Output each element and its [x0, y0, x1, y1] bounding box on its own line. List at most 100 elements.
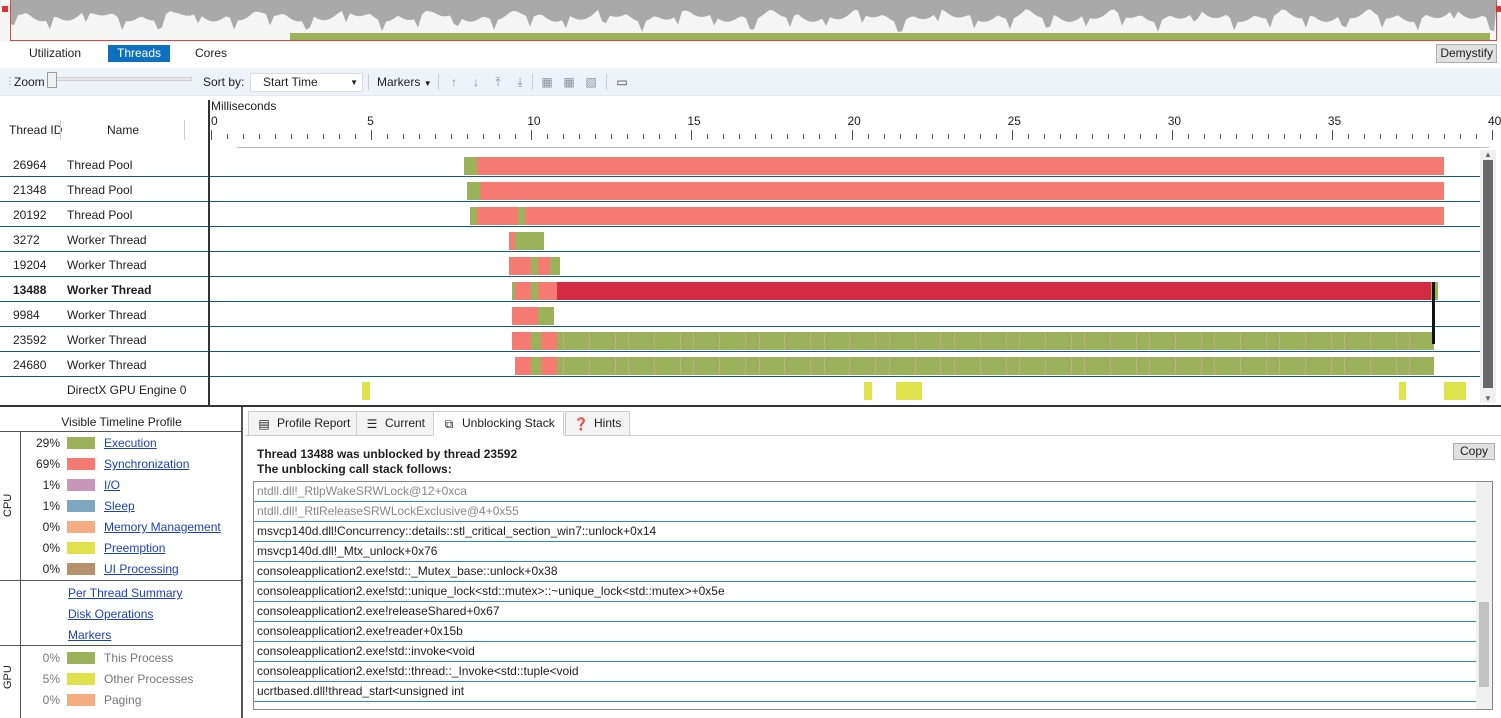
segment-execution[interactable]: [531, 332, 541, 350]
segment-execution[interactable]: [515, 232, 545, 250]
thread-row[interactable]: 20192 Thread Pool: [0, 202, 1480, 227]
segment-stripe: [693, 357, 695, 375]
overview-left-handle[interactable]: [2, 6, 8, 12]
disk-operations-link[interactable]: Disk Operations: [68, 607, 153, 621]
show-threads-icon[interactable]: ▦: [561, 74, 577, 90]
legend-link-i-o[interactable]: I/O: [104, 478, 120, 492]
segment-synchronization[interactable]: [540, 357, 557, 375]
axis-tick-mark: [1475, 134, 1477, 139]
thread-row[interactable]: 26964 Thread Pool: [0, 152, 1480, 177]
tab-cores[interactable]: Cores: [186, 45, 236, 62]
segment-synchronization[interactable]: [537, 257, 551, 275]
segment-preemption[interactable]: [896, 382, 922, 400]
segment-synchronization[interactable]: [512, 307, 538, 325]
stack-frame[interactable]: consoleapplication2.exe!std::unique_lock…: [254, 582, 1478, 602]
legend-link-execution[interactable]: Execution: [104, 436, 157, 450]
scroll-down-icon[interactable]: ▼: [1484, 394, 1492, 403]
segment-synchronization[interactable]: [512, 332, 532, 350]
thread-row[interactable]: 21348 Thread Pool: [0, 177, 1480, 202]
segment-preemption[interactable]: [361, 382, 370, 400]
hide-threads-icon[interactable]: ▦: [539, 74, 555, 90]
remove-threads-icon[interactable]: ▧: [583, 74, 599, 90]
thread-row[interactable]: DirectX GPU Engine 0: [0, 377, 1480, 402]
tab-hints[interactable]: ❓ Hints: [565, 411, 631, 436]
segment-synchronization[interactable]: [476, 207, 519, 225]
stack-frame[interactable]: consoleapplication2.exe!std::_Mutex_base…: [254, 562, 1478, 582]
timeline-name-divider[interactable]: [208, 100, 210, 405]
segment-synchronization[interactable]: [524, 207, 1444, 225]
per-thread-summary-link[interactable]: Per Thread Summary: [68, 586, 183, 600]
legend-link-ui-processing[interactable]: UI Processing: [104, 562, 179, 576]
thread-row[interactable]: 9984 Worker Thread: [0, 302, 1480, 327]
scroll-up-icon[interactable]: ▲: [1484, 150, 1492, 159]
thread-row[interactable]: 24680 Worker Thread: [0, 352, 1480, 377]
tab-threads[interactable]: Threads: [108, 45, 171, 62]
column-divider[interactable]: [184, 120, 185, 140]
sort-by-select[interactable]: Start Time ▼: [250, 73, 363, 92]
segment-execution[interactable]: [531, 357, 541, 375]
segment-preemption[interactable]: [864, 382, 873, 400]
markers-link[interactable]: Markers: [68, 628, 111, 642]
export-icon[interactable]: ▭: [614, 74, 630, 90]
move-down-icon[interactable]: ↓: [468, 74, 484, 90]
segment-preemption[interactable]: [1399, 382, 1406, 400]
copy-button[interactable]: Copy: [1453, 443, 1496, 460]
stack-frame[interactable]: msvcp140d.dll!Concurrency::details::stl_…: [254, 522, 1478, 542]
segment-selected-sync[interactable]: [556, 282, 1432, 300]
stack-scrollbar[interactable]: [1476, 482, 1492, 709]
stack-frame[interactable]: consoleapplication2.exe!releaseShared+0x…: [254, 602, 1478, 622]
timeline-scrollbar[interactable]: ▲ ▼: [1480, 150, 1496, 403]
segment-synchronization[interactable]: [480, 157, 1444, 175]
unblock-link-line[interactable]: [1431, 282, 1435, 344]
thread-row[interactable]: 13488 Worker Thread: [0, 277, 1480, 302]
stack-frame[interactable]: consoleapplication2.exe!std::invoke<void: [254, 642, 1478, 662]
demystify-button[interactable]: Demystify: [1436, 44, 1497, 63]
move-up-icon[interactable]: ↑: [446, 74, 462, 90]
markers-menu[interactable]: Markers ▼: [377, 73, 432, 91]
segment-execution[interactable]: [467, 182, 480, 200]
segment-synchronization[interactable]: [515, 357, 532, 375]
overview-selection-frame[interactable]: [10, 0, 1497, 41]
segment-synchronization[interactable]: [515, 282, 532, 300]
segment-synchronization[interactable]: [540, 332, 557, 350]
thread-row[interactable]: 3272 Worker Thread: [0, 227, 1480, 252]
move-bottom-icon[interactable]: ⤓: [512, 74, 528, 90]
legend-link-synchronization[interactable]: Synchronization: [104, 457, 189, 471]
tab-unblocking-stack[interactable]: ⧉ Unblocking Stack: [433, 411, 564, 436]
legend-link-preemption[interactable]: Preemption: [104, 541, 165, 555]
segment-synchronization[interactable]: [480, 182, 1444, 200]
column-header-thread-id[interactable]: Thread ID: [9, 123, 62, 137]
thread-row[interactable]: 23592 Worker Thread: [0, 327, 1480, 352]
zoom-slider-track[interactable]: [47, 77, 192, 81]
stack-frame[interactable]: consoleapplication2.exe!reader+0x15b: [254, 622, 1478, 642]
move-top-icon[interactable]: ⤒: [490, 74, 506, 90]
segment-synchronization[interactable]: [508, 257, 532, 275]
zoom-slider-thumb[interactable]: [47, 72, 57, 88]
column-header-name[interactable]: Name: [107, 123, 139, 137]
tab-current[interactable]: ☰ Current: [356, 411, 435, 436]
legend-link-memory-management[interactable]: Memory Management: [104, 520, 221, 534]
segment-execution[interactable]: [537, 307, 554, 325]
segment-execution[interactable]: [556, 332, 1435, 350]
segment-execution[interactable]: [556, 357, 1435, 375]
tab-profile-report[interactable]: ▤ Profile Report: [248, 411, 360, 436]
thread-row[interactable]: 19204 Worker Thread: [0, 252, 1480, 277]
timeline-scrollbar-thumb[interactable]: [1483, 160, 1493, 388]
segment-execution[interactable]: [463, 157, 477, 175]
stack-frame[interactable]: consoleapplication2.exe!std::thread::_In…: [254, 662, 1478, 682]
stack-scrollbar-thumb[interactable]: [1479, 602, 1489, 687]
stack-frame[interactable]: ntdll.dll!_RtlpWakeSRWLock@12+0xca: [254, 482, 1478, 502]
segment-execution[interactable]: [550, 257, 561, 275]
segment-synchronization[interactable]: [537, 282, 557, 300]
tab-utilization[interactable]: Utilization: [20, 45, 90, 62]
segment-preemption[interactable]: [1443, 382, 1467, 400]
legend-link-sleep[interactable]: Sleep: [104, 499, 135, 513]
legend-swatch: [67, 500, 95, 512]
segment-stripe: [784, 332, 786, 350]
overview-utilization-strip[interactable]: [0, 0, 1501, 42]
overview-right-handle[interactable]: [1496, 6, 1501, 12]
stack-frame[interactable]: ucrtbased.dll!thread_start<unsigned int: [254, 682, 1478, 702]
stack-frame[interactable]: ntdll.dll!_RtlReleaseSRWLockExclusive@4+…: [254, 502, 1478, 522]
column-divider[interactable]: [60, 120, 61, 140]
stack-frame[interactable]: msvcp140d.dll!_Mtx_unlock+0x76: [254, 542, 1478, 562]
